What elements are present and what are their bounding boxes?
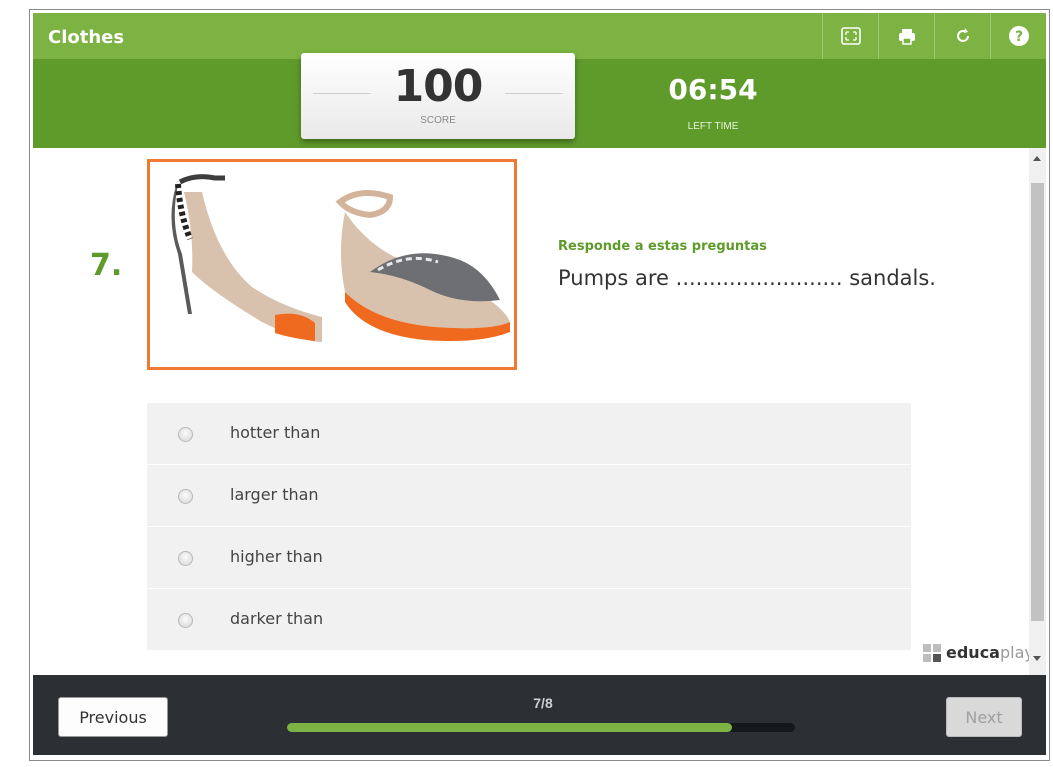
answer-option[interactable]: higher than [147,527,911,589]
scroll-thumb[interactable] [1031,183,1044,621]
fullscreen-button[interactable] [822,13,879,59]
educaplay-logo-icon [923,643,941,662]
shoes-image [171,174,510,342]
footer-bar: Previous 7/8 Next [33,675,1046,755]
educaplay-logo: educa play [923,643,1034,662]
scroll-up-arrow-icon[interactable] [1033,156,1041,161]
score-label: SCORE [420,115,456,126]
score-card: 100 SCORE [301,53,575,139]
svg-text:?: ? [1015,29,1023,45]
bottom-strip [33,755,1046,760]
answer-option[interactable]: larger than [147,465,911,527]
next-button[interactable]: Next [946,697,1022,737]
help-button[interactable]: ? [990,13,1047,59]
restart-icon [957,28,969,42]
question-number: 7. [90,248,123,283]
progress-fill [287,723,732,732]
timer-value: 06:54 [668,73,758,106]
print-icon [899,29,915,45]
answer-option[interactable]: hotter than [147,403,911,465]
restart-button[interactable] [934,13,991,59]
answer-label: higher than [230,547,323,566]
fullscreen-icon [841,27,861,45]
score-value: 100 [393,61,484,112]
quiz-title: Clothes [48,27,125,48]
previous-button[interactable]: Previous [58,697,168,737]
radio-button[interactable] [178,551,193,566]
brand-bold: educa [946,643,1000,662]
progress-text: 7/8 [533,695,553,711]
radio-button[interactable] [178,427,193,442]
radio-button[interactable] [178,489,193,504]
answer-label: larger than [230,485,319,504]
scroll-down-arrow-icon[interactable] [1033,656,1041,661]
answer-list: hotter than larger than higher than dark… [147,403,911,651]
answer-label: hotter than [230,423,321,442]
answer-label: darker than [230,609,324,628]
print-button[interactable] [878,13,935,59]
progress-bar [287,723,795,732]
help-icon: ? [1009,26,1029,46]
quiz-frame: Clothes ? 100 SCORE 06:54 LEFT TIME 7. R… [29,9,1050,761]
scrollbar[interactable] [1029,148,1046,675]
score-band: 100 SCORE 06:54 LEFT TIME [33,53,1046,148]
radio-button[interactable] [178,613,193,628]
timer-label: LEFT TIME [687,121,739,132]
question-area: 7. Responde a estas preguntas Pumps are … [33,148,1046,675]
question-instruction: Responde a estas preguntas [558,239,767,254]
question-image [147,159,517,370]
question-text: Pumps are ......................... sand… [558,266,936,290]
answer-option[interactable]: darker than [147,589,911,651]
